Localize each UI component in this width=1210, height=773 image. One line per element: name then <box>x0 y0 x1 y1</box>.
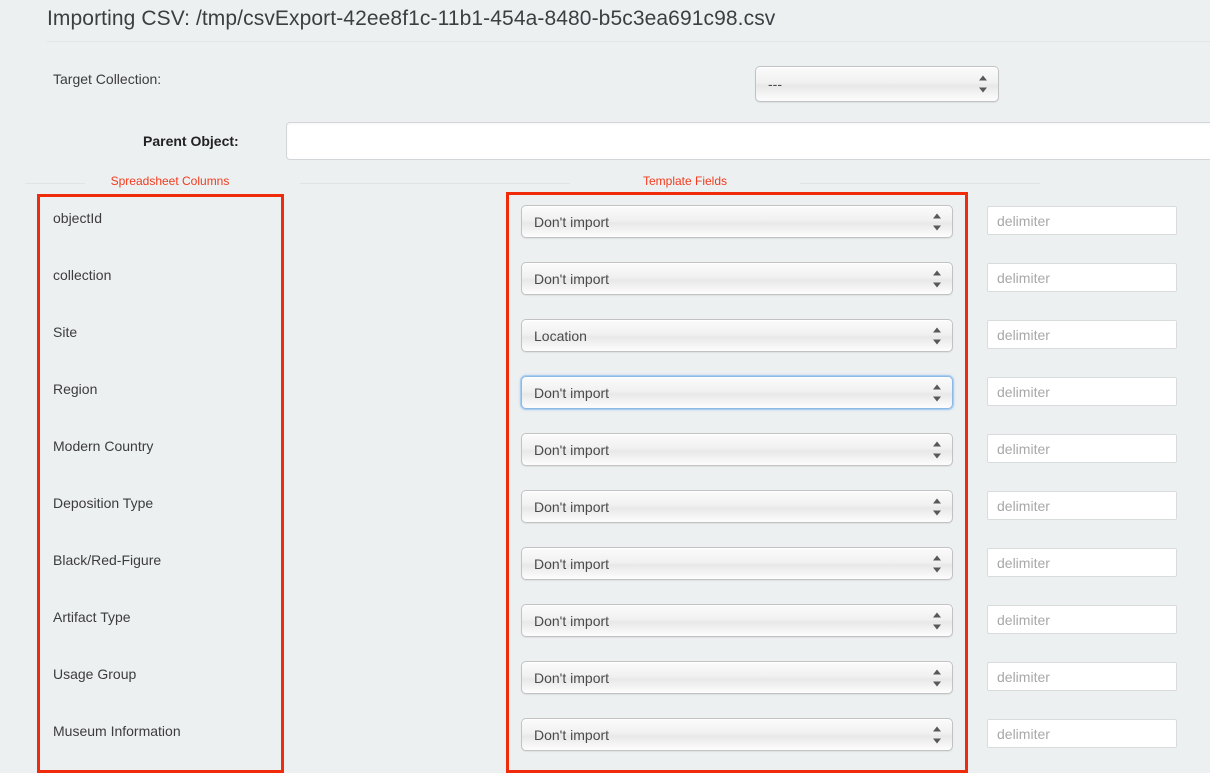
spreadsheet-column-name: Usage Group <box>53 666 137 682</box>
template-field-value: Don't import <box>534 384 610 401</box>
template-field-value: Don't import <box>534 726 610 743</box>
stepper-arrows-icon <box>932 612 941 629</box>
target-collection-select[interactable]: --- <box>755 66 999 102</box>
spreadsheet-column-name: Region <box>53 381 98 397</box>
template-field-select[interactable]: Don't import <box>521 547 953 580</box>
mapping-row: Artifact Type Don't import <box>0 591 1210 648</box>
template-field-value: Location <box>534 327 587 344</box>
template-field-select[interactable]: Don't import <box>521 718 953 751</box>
mapping-row: Region Don't import <box>0 363 1210 420</box>
section-legends: Spreadsheet Columns Template Fields <box>0 174 1210 192</box>
mapping-row: objectId Don't import <box>0 192 1210 249</box>
header-divider <box>47 41 1210 42</box>
column-mapping-grid: objectId Don't import collection Don't impo… <box>0 192 1210 762</box>
stepper-arrows-icon <box>932 384 941 401</box>
spreadsheet-column-name: Black/Red-Figure <box>53 552 162 568</box>
legend-rule-right <box>800 183 1040 184</box>
template-field-value: Don't import <box>534 669 610 686</box>
template-field-select[interactable]: Don't import <box>521 205 953 238</box>
template-field-select[interactable]: Don't import <box>521 661 953 694</box>
mapping-row: Black/Red-Figure Don't import <box>0 534 1210 591</box>
stepper-arrows-icon <box>932 498 941 515</box>
spreadsheet-column-name: Site <box>53 324 78 340</box>
legend-template-fields-label: Template Fields <box>642 174 728 188</box>
stepper-arrows-icon <box>932 270 941 287</box>
template-field-value: Don't import <box>534 213 610 230</box>
stepper-arrows-icon <box>932 213 941 230</box>
template-field-select[interactable]: Don't import <box>521 490 953 523</box>
mapping-row: Deposition Type Don't import <box>0 477 1210 534</box>
template-field-value: Don't import <box>534 498 610 515</box>
parent-object-label: Parent Object: <box>143 133 239 149</box>
mapping-row: Modern Country Don't import <box>0 420 1210 477</box>
template-field-value: Don't import <box>534 270 610 287</box>
mapping-row: Usage Group Don't import <box>0 648 1210 705</box>
template-field-select[interactable]: Don't import <box>521 604 953 637</box>
template-field-select[interactable]: Don't import <box>521 262 953 295</box>
legend-template-fields: Template Fields <box>375 174 1040 188</box>
page-header: Importing CSV: /tmp/csvExport-42ee8f1c-1… <box>0 0 1210 43</box>
legend-spreadsheet-columns-label: Spreadsheet Columns <box>110 174 230 188</box>
template-field-value: Don't import <box>534 441 610 458</box>
spreadsheet-column-name: collection <box>53 267 112 283</box>
spreadsheet-column-name: objectId <box>53 210 103 226</box>
mapping-row: Museum Information Don't import <box>0 705 1210 762</box>
delimiter-input[interactable] <box>987 719 1177 748</box>
delimiter-input[interactable] <box>987 206 1177 235</box>
stepper-arrows-icon <box>932 555 941 572</box>
delimiter-input[interactable] <box>987 662 1177 691</box>
template-field-value: Don't import <box>534 555 610 572</box>
template-field-select[interactable]: Don't import <box>521 433 953 466</box>
stepper-arrows-icon <box>932 726 941 743</box>
page-title: Importing CSV: /tmp/csvExport-42ee8f1c-1… <box>47 7 776 30</box>
spreadsheet-column-name: Deposition Type <box>53 495 154 511</box>
stepper-arrows-icon <box>932 669 941 686</box>
delimiter-input[interactable] <box>987 263 1177 292</box>
mapping-row: Site Location <box>0 306 1210 363</box>
delimiter-input[interactable] <box>987 320 1177 349</box>
template-field-value: Don't import <box>534 612 610 629</box>
stepper-arrows-icon <box>932 327 941 344</box>
target-collection-row: Target Collection: <box>0 58 1210 108</box>
legend-rule-left <box>25 183 85 184</box>
spreadsheet-column-name: Artifact Type <box>53 609 131 625</box>
legend-spreadsheet-columns: Spreadsheet Columns <box>25 174 490 188</box>
target-collection-value: --- <box>768 76 782 92</box>
legend-rule-left <box>375 183 570 184</box>
delimiter-input[interactable] <box>987 377 1177 406</box>
template-field-select[interactable]: Don't import <box>521 376 953 409</box>
mapping-row: collection Don't import <box>0 249 1210 306</box>
spreadsheet-column-name: Museum Information <box>53 723 181 739</box>
template-field-select[interactable]: Location <box>521 319 953 352</box>
stepper-arrows-icon <box>932 441 941 458</box>
delimiter-input[interactable] <box>987 605 1177 634</box>
delimiter-input[interactable] <box>987 548 1177 577</box>
delimiter-input[interactable] <box>987 491 1177 520</box>
spreadsheet-column-name: Modern Country <box>53 438 154 454</box>
target-collection-label: Target Collection: <box>53 71 162 87</box>
parent-object-input[interactable] <box>286 122 1210 160</box>
stepper-arrows-icon <box>978 75 987 93</box>
delimiter-input[interactable] <box>987 434 1177 463</box>
